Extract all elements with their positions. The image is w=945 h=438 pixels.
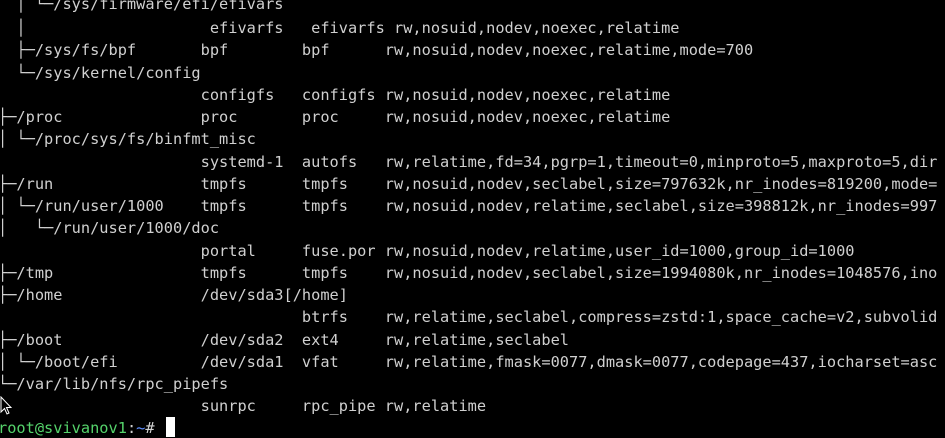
output-line: portal fuse.por rw,nosuid,nodev,relatime… [0,242,855,260]
output-line: ├─/tmp tmpfs tmpfs rw,nosuid,nodev,secla… [0,264,938,282]
prompt-path: ~ [136,419,146,437]
output-line: ├─/proc proc proc rw,nosuid,nodev,noexec… [0,108,671,126]
output-line: └─/sys/kernel/config [0,64,201,82]
output-line: ├─/run tmpfs tmpfs rw,nosuid,nodev,secla… [0,175,938,193]
output-line: │ └─/proc/sys/fs/binfmt_misc [0,130,256,148]
output-line: ├─/home /dev/sda3[/home] [0,286,348,304]
output-line: └─/var/lib/nfs/rpc_pipefs [0,375,229,393]
output-line: btrfs rw,relatime,seclabel,compress=zstd… [0,308,938,326]
shell-prompt: root@svivanov1:~# [0,417,164,438]
text-cursor[interactable] [166,417,175,437]
output-line: │ └─/sys/firmware/efi/efivars [0,0,284,13]
output-line: │ └─/run/user/1000/doc [0,219,220,237]
terminal-window[interactable]: │ └─/sys/firmware/efi/efivars │ efivarfs… [0,0,945,438]
output-line: ├─/boot /dev/sda2 ext4 rw,relatime,secla… [0,331,569,349]
output-line: │ └─/boot/efi /dev/sda1 vfat rw,relatime… [0,353,938,371]
output-line: configfs configfs rw,nosuid,nodev,noexec… [0,86,671,104]
output-line: systemd-1 autofs rw,relatime,fd=34,pgrp=… [0,153,938,171]
prompt-separator: : [126,419,137,437]
prompt-user-host: root@svivanov1 [0,419,127,437]
output-line: │ efivarfs efivarfs rw,nosuid,nodev,noex… [0,19,680,37]
output-line: sunrpc rpc_pipe rw,relatime [0,397,487,415]
prompt-symbol: # [145,419,164,437]
output-line: ├─/sys/fs/bpf bpf bpf rw,nosuid,nodev,no… [0,41,754,59]
mouse-pointer-icon [0,396,12,415]
output-line: │ └─/run/user/1000 tmpfs tmpfs rw,nosuid… [0,197,938,215]
